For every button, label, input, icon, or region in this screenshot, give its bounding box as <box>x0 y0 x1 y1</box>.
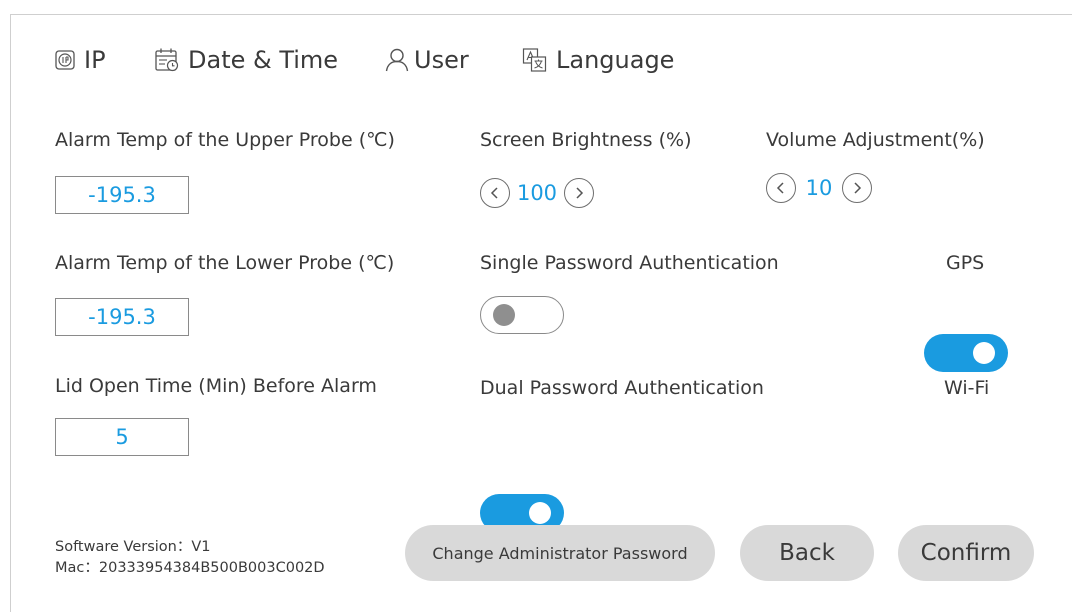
brightness-increase-button[interactable] <box>564 178 594 208</box>
confirm-button[interactable]: Confirm <box>898 525 1034 581</box>
chevron-right-icon <box>854 182 862 194</box>
language-icon <box>522 48 547 72</box>
tab-ip-label: IP <box>84 46 106 74</box>
network-icon <box>55 50 75 70</box>
chevron-left-icon <box>490 187 498 199</box>
lid-open-label: Lid Open Time (Min) Before Alarm <box>55 375 377 397</box>
toggle-knob <box>973 342 995 364</box>
volume-value: 10 <box>805 176 833 200</box>
tab-ip[interactable]: IP <box>54 46 106 74</box>
upper-probe-field[interactable]: -195.3 <box>55 176 189 214</box>
gps-label: GPS <box>946 252 985 274</box>
software-version: Software Version：V1 <box>55 539 211 555</box>
mac-address: Mac：20333954384B500B003C002D <box>55 560 325 576</box>
lower-probe-label: Alarm Temp of the Lower Probe (℃) <box>55 252 395 274</box>
chevron-left-icon <box>776 182 784 194</box>
lower-probe-field[interactable]: -195.3 <box>55 298 189 336</box>
single-password-toggle[interactable] <box>480 296 564 334</box>
brightness-label: Screen Brightness (%) <box>480 129 692 151</box>
brightness-decrease-button[interactable] <box>480 178 510 208</box>
toggle-knob <box>493 303 515 326</box>
gps-toggle[interactable] <box>924 334 1008 372</box>
volume-stepper: 10 <box>766 173 872 203</box>
lid-open-field[interactable]: 5 <box>55 418 189 456</box>
single-password-label: Single Password Authentication <box>480 252 779 274</box>
upper-probe-label: Alarm Temp of the Upper Probe (℃) <box>55 129 395 151</box>
tab-date-time[interactable]: Date & Time <box>154 46 338 74</box>
dual-password-label: Dual Password Authentication <box>480 377 764 399</box>
back-button[interactable]: Back <box>740 525 874 581</box>
toggle-knob <box>529 502 551 524</box>
calendar-icon <box>155 48 179 72</box>
tab-language[interactable]: Language <box>522 46 674 74</box>
tab-user[interactable]: User <box>384 46 469 74</box>
tab-user-label: User <box>414 46 469 74</box>
volume-increase-button[interactable] <box>842 173 872 203</box>
tab-date-time-label: Date & Time <box>188 46 339 74</box>
volume-decrease-button[interactable] <box>766 173 796 203</box>
brightness-value: 100 <box>516 181 558 205</box>
tab-language-label: Language <box>556 46 675 74</box>
user-icon <box>385 48 409 72</box>
chevron-right-icon <box>576 187 584 199</box>
wifi-label: Wi-Fi <box>944 377 990 399</box>
volume-label: Volume Adjustment(%) <box>766 129 985 151</box>
change-admin-password-button[interactable]: Change Administrator Password <box>405 525 715 581</box>
brightness-stepper: 100 <box>480 178 594 208</box>
